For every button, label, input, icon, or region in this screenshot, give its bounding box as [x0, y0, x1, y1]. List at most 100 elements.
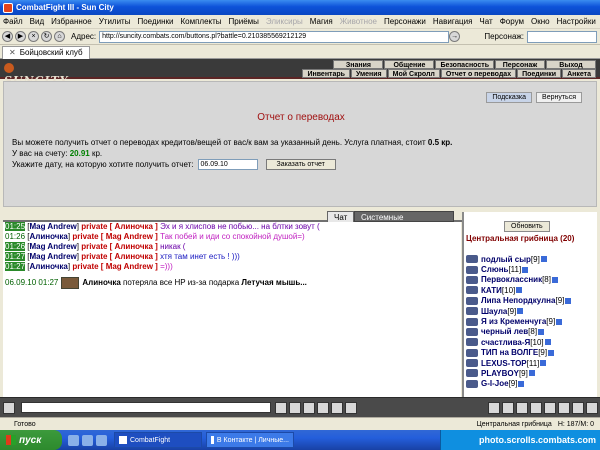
back-arrow-icon[interactable]: ◀: [2, 31, 13, 42]
info-icon[interactable]: [565, 297, 572, 304]
tab-chat[interactable]: Чат: [327, 211, 355, 222]
user-name[interactable]: Слюнь: [481, 265, 508, 274]
user-name[interactable]: Липа Непордкулна: [481, 296, 555, 305]
msg-time[interactable]: 01:27: [5, 262, 26, 271]
msg-time[interactable]: 01:27: [5, 252, 26, 261]
user-name[interactable]: G-I-Joe: [481, 379, 509, 388]
speaker-icon[interactable]: [3, 401, 15, 414]
help-icon[interactable]: [572, 401, 584, 414]
info-icon[interactable]: [540, 256, 547, 263]
list-item[interactable]: Шаула [9]: [466, 306, 596, 316]
character-dropdown[interactable]: [527, 30, 597, 43]
user-name[interactable]: ТИП на ВОЛГЕ: [481, 348, 538, 357]
order-report-button[interactable]: Заказать отчет: [265, 159, 336, 170]
msg-author[interactable]: Mag Andrew: [29, 242, 76, 251]
exit-icon[interactable]: [586, 401, 598, 414]
folder-icon[interactable]: [96, 434, 107, 446]
info-icon[interactable]: [528, 370, 535, 377]
nav-communication[interactable]: Общение: [384, 60, 435, 69]
user-name[interactable]: черный лев: [481, 327, 528, 336]
msg-time[interactable]: 01:26: [5, 232, 25, 241]
info-icon[interactable]: [522, 266, 529, 273]
nav-my-scroll[interactable]: Мой Скролл: [387, 69, 440, 78]
nav-inventory[interactable]: Инвентарь: [302, 69, 350, 78]
info-icon[interactable]: [517, 308, 524, 315]
back-button[interactable]: Вернуться: [536, 92, 582, 103]
msg-private[interactable]: private [ Mag Andrew ]: [72, 232, 158, 241]
translit-icon[interactable]: [331, 401, 343, 414]
menu-sets[interactable]: Комплекты: [180, 17, 221, 26]
menu-forum[interactable]: Форум: [500, 17, 524, 26]
filter-icon[interactable]: [317, 401, 329, 414]
nav-character[interactable]: Персонаж: [495, 60, 545, 69]
menu-chat[interactable]: Чат: [479, 17, 492, 26]
list-item[interactable]: Первоклассник [8]: [466, 275, 596, 285]
list-item[interactable]: ТИП на ВОЛГЕ [9]: [466, 348, 596, 358]
list-item[interactable]: черный лев [8]: [466, 327, 596, 337]
hint-button[interactable]: Подсказка: [486, 92, 533, 103]
list-item[interactable]: Я из Кременчуга [9]: [466, 316, 596, 326]
list-item[interactable]: G-I-Joe [9]: [466, 379, 596, 389]
tab-fight-club[interactable]: ✕ Бойцовский клуб: [2, 46, 90, 59]
info-icon[interactable]: [540, 360, 547, 367]
menu-utils[interactable]: Утилиты: [99, 17, 131, 26]
smile-icon[interactable]: [303, 401, 315, 414]
people-icon[interactable]: [544, 401, 556, 414]
list-item[interactable]: Липа Непордкулна [9]: [466, 296, 596, 306]
msg-private[interactable]: private [ Алиночка ]: [81, 252, 158, 261]
list-item[interactable]: LEXUS-TOP [11]: [466, 358, 596, 368]
info-icon[interactable]: [516, 287, 523, 294]
menu-settings[interactable]: Настройки: [557, 17, 596, 26]
user-name[interactable]: КАТИ: [481, 286, 502, 295]
user-name[interactable]: Шаула: [481, 307, 507, 316]
desktop-icon[interactable]: [68, 434, 79, 446]
refresh-icon[interactable]: ↻: [41, 31, 52, 42]
msg-author[interactable]: Алиночка: [29, 262, 67, 271]
msg-private[interactable]: private [ Алиночка ]: [81, 242, 158, 251]
tab-system-messages[interactable]: Системные сообщения: [354, 211, 454, 233]
nav-fights[interactable]: Поединки: [517, 69, 562, 78]
key-icon[interactable]: [502, 401, 514, 414]
info-icon[interactable]: [551, 276, 558, 283]
home-icon[interactable]: ⌂: [54, 31, 65, 42]
msg-time[interactable]: 01:26: [5, 242, 26, 251]
menu-magic[interactable]: Магия: [310, 17, 333, 26]
refresh-button[interactable]: Обновить: [504, 221, 550, 232]
clear-icon[interactable]: [289, 401, 301, 414]
menu-favorites[interactable]: Избранное: [51, 17, 92, 26]
menu-file[interactable]: Файл: [3, 17, 23, 26]
msg-author[interactable]: Алиночка: [29, 232, 67, 241]
sword-icon[interactable]: [558, 401, 570, 414]
msg-time[interactable]: 01:25: [5, 222, 26, 231]
list-item[interactable]: Слюнь [11]: [466, 264, 596, 274]
list-item[interactable]: счастлива-Я [10]: [466, 337, 596, 347]
info-icon[interactable]: [518, 380, 525, 387]
msg-author[interactable]: Mag Andrew: [29, 222, 76, 231]
menu-view[interactable]: Вид: [30, 17, 44, 26]
list-item[interactable]: PLAYBOY [9]: [466, 368, 596, 378]
nav-security[interactable]: Безопасность: [435, 60, 494, 69]
user-name[interactable]: LEXUS-TOP: [481, 359, 527, 368]
date-input[interactable]: 06.09.10: [197, 159, 258, 170]
refresh-chat-icon[interactable]: [345, 401, 357, 414]
user-name[interactable]: PLAYBOY: [481, 369, 519, 378]
info-icon[interactable]: [556, 318, 563, 325]
close-tab-icon[interactable]: ✕: [9, 47, 16, 59]
send-icon[interactable]: [275, 401, 287, 414]
list-item[interactable]: подлый сыр [9]: [466, 254, 596, 264]
list-item[interactable]: КАТИ [10]: [466, 285, 596, 295]
map-icon[interactable]: [530, 401, 542, 414]
msg-private[interactable]: private [ Алиночка ]: [81, 222, 158, 231]
user-name[interactable]: Я из Кременчуга: [481, 317, 546, 326]
nav-knowledge[interactable]: Знания: [333, 60, 384, 69]
info-icon[interactable]: [548, 349, 555, 356]
info-icon[interactable]: [544, 339, 551, 346]
msg-author[interactable]: Mag Andrew: [29, 252, 76, 261]
nav-transfer-report[interactable]: Отчет о переводах: [440, 69, 517, 78]
forward-arrow-icon[interactable]: ▶: [15, 31, 26, 42]
user-name[interactable]: счастлива-Я: [481, 338, 530, 347]
nav-skills[interactable]: Умения: [350, 69, 387, 78]
menu-characters[interactable]: Персонажи: [384, 17, 426, 26]
task-vkontakte[interactable]: В Контакте | Личные...: [206, 432, 294, 448]
menu-tricks[interactable]: Приёмы: [229, 17, 259, 26]
